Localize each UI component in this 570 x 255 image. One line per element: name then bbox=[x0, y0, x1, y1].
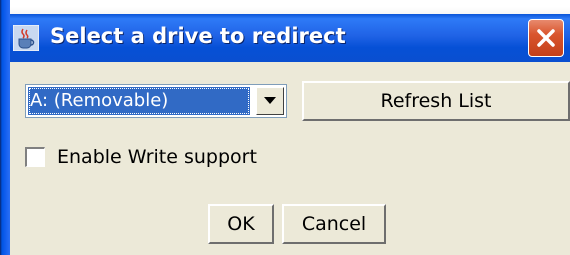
java-cup-icon bbox=[12, 24, 40, 52]
drive-select-arrow-button[interactable] bbox=[256, 87, 284, 115]
write-support-checkbox[interactable] bbox=[25, 147, 45, 167]
window-left-frame bbox=[0, 0, 10, 255]
dialog-content: A: (Removable) Refresh List Enable Write… bbox=[10, 62, 570, 255]
chevron-down-icon bbox=[264, 97, 276, 104]
write-support-label: Enable Write support bbox=[57, 146, 257, 168]
ok-button[interactable]: OK bbox=[208, 204, 274, 244]
cancel-button[interactable]: Cancel bbox=[282, 204, 386, 244]
window-title: Select a drive to redirect bbox=[50, 24, 346, 48]
dialog-window: Select a drive to redirect A: (Removable… bbox=[0, 0, 570, 255]
refresh-list-button[interactable]: Refresh List bbox=[302, 81, 570, 121]
close-x-icon bbox=[537, 29, 555, 47]
drive-select[interactable]: A: (Removable) bbox=[25, 84, 287, 118]
close-button[interactable] bbox=[528, 19, 564, 57]
title-strip-top bbox=[0, 0, 570, 14]
drive-select-value: A: (Removable) bbox=[28, 87, 250, 115]
